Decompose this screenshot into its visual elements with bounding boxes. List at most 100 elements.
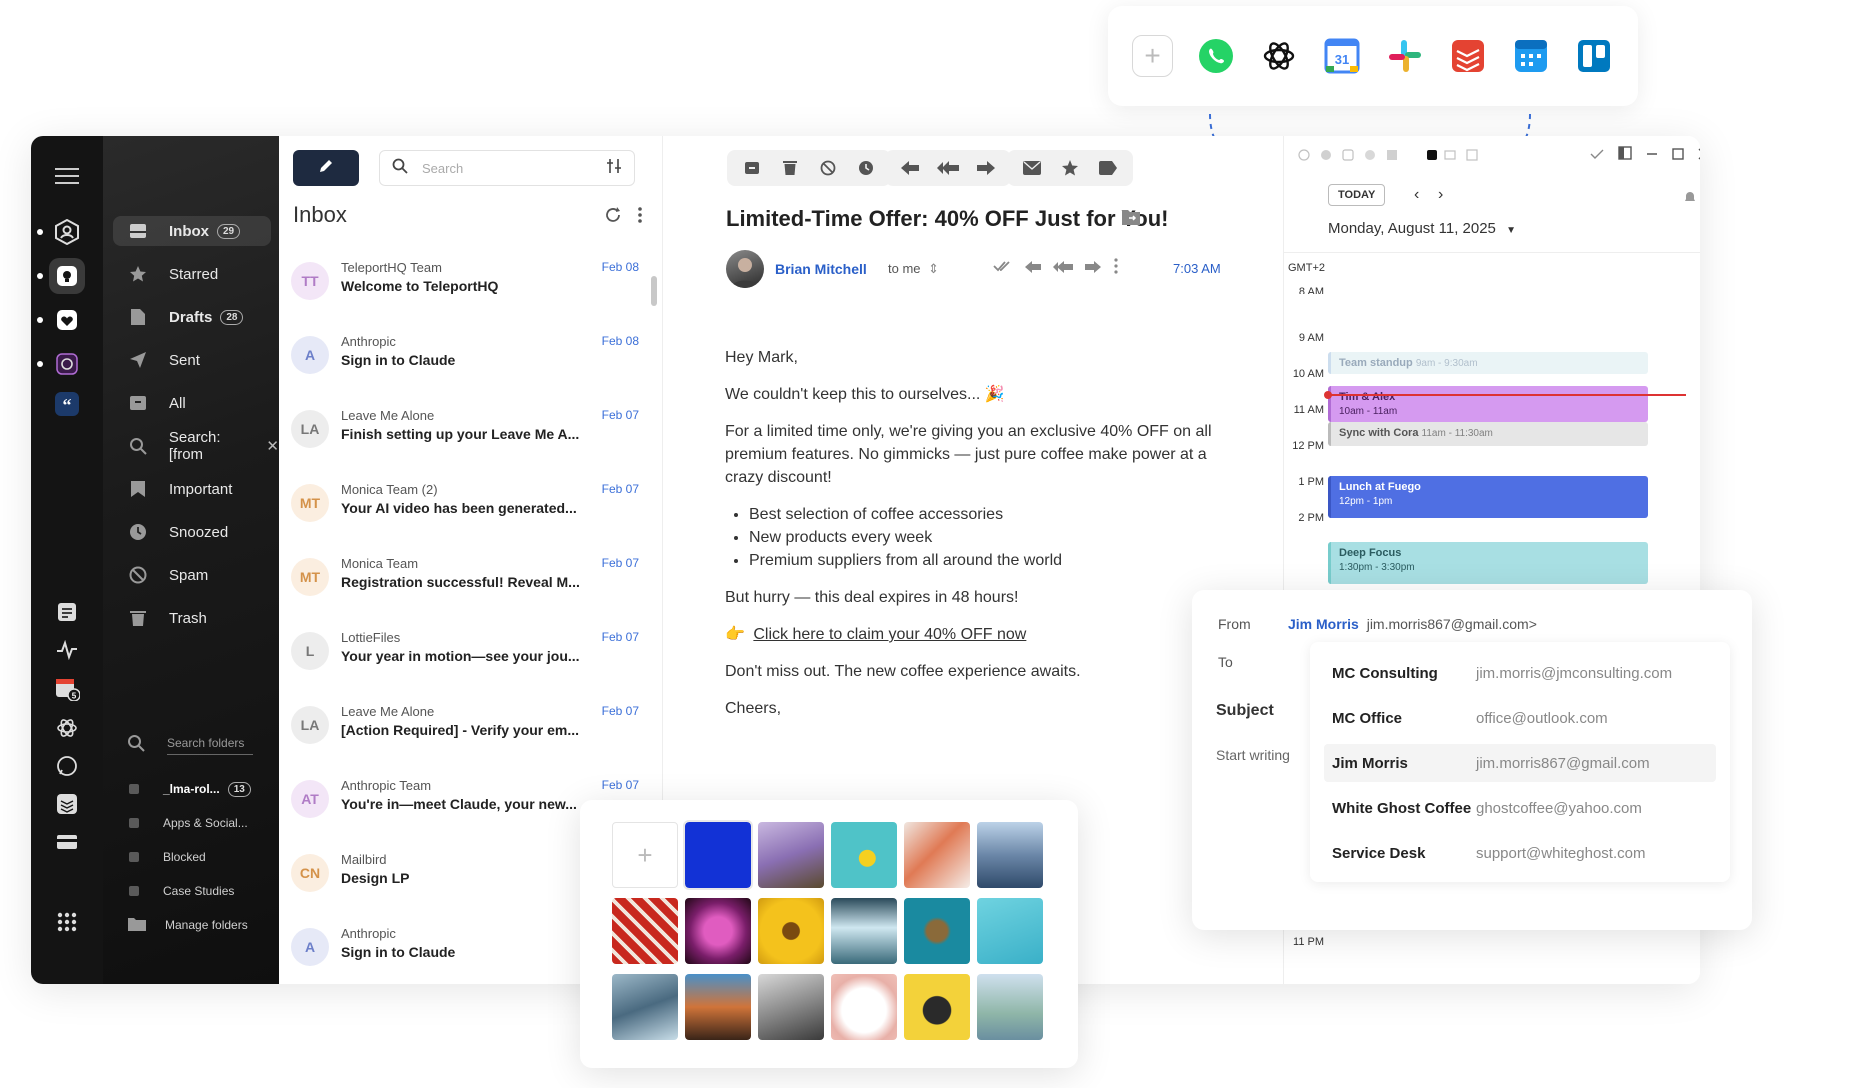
reply-all-icon[interactable] [933,155,963,181]
mark-unread-icon[interactable] [1017,155,1047,181]
forward-icon[interactable] [971,155,1001,181]
solid-blue-swatch[interactable] [683,820,753,890]
folder-search[interactable]: Search: [from ✕ [127,429,279,463]
body-placeholder[interactable]: Start writing [1216,747,1290,763]
calendar-app-icon[interactable] [1510,35,1551,77]
contact-suggestion[interactable]: White Ghost Coffee ghostcoffee@yahoo.com [1324,789,1716,827]
move-to-folder-icon[interactable] [1121,208,1141,231]
crocus-flowers-image[interactable] [758,822,824,888]
folder-sent[interactable]: Sent [127,345,200,375]
subfolder-item[interactable]: Apps & Social... [129,812,248,834]
more-options-icon[interactable] [1113,258,1119,279]
openai-icon[interactable] [1258,35,1299,77]
vintage-camera-image[interactable] [758,974,824,1040]
calendar-event[interactable]: Lunch at Fuego 12pm - 1pm [1328,476,1648,518]
google-calendar-icon[interactable]: 31 [1321,35,1362,77]
calendar-event[interactable]: Team standup 9am - 9:30am [1328,352,1648,374]
message-row[interactable]: L LottieFiles Your year in motion—see your… [291,628,639,698]
subfolder-item[interactable]: Blocked [129,846,206,868]
folder-all[interactable]: All [127,388,186,418]
whatsapp-icon[interactable] [1298,148,1310,166]
message-row[interactable]: TT TeleportHQ Team Welcome to TeleportHQ Fe… [291,258,639,328]
slack-icon[interactable] [1364,148,1376,166]
menu-icon[interactable] [49,158,85,194]
card-icon[interactable] [1444,148,1456,166]
slack-icon[interactable] [1384,35,1425,77]
add-integration-button[interactable]: + [1132,35,1174,77]
calendar-icon[interactable]: 5 [49,670,85,706]
subject-label[interactable]: Subject [1216,702,1274,720]
folder-drafts[interactable]: Drafts 28 [127,302,244,332]
compose-button[interactable] [293,150,359,186]
calendar-event[interactable]: Sync with Cora 11am - 11:30am [1328,422,1648,446]
desert-mountain-image[interactable] [685,974,751,1040]
star-icon[interactable] [1055,155,1085,181]
quote-icon[interactable]: “ [49,386,85,422]
sea-turtle-image[interactable] [904,898,970,964]
frozen-branches-image[interactable] [612,974,678,1040]
sunflower-image[interactable] [758,898,824,964]
lightbulb-icon[interactable] [49,258,85,294]
reply-all-icon[interactable] [1053,260,1073,278]
waterfall-image[interactable] [831,898,897,964]
activity-icon[interactable] [49,632,85,668]
label-icon[interactable] [1093,155,1123,181]
folder-spam[interactable]: Spam [127,560,208,590]
double-check-icon[interactable] [993,259,1013,278]
mountain-lake-image[interactable] [977,822,1043,888]
check-icon[interactable] [1590,147,1604,165]
folder-search-field[interactable]: Search folders [127,734,253,757]
prev-day-button[interactable]: ‹ [1414,186,1419,204]
folder-inbox[interactable]: Inbox 29 [113,216,271,246]
calendar-event[interactable]: Deep Focus 1:30pm - 3:30pm [1328,542,1648,584]
todoist-icon[interactable] [49,786,85,822]
apps-grid-icon[interactable] [49,904,85,940]
folder-snoozed[interactable]: Snoozed [127,517,228,547]
filter-icon[interactable] [606,158,622,179]
manage-folders-button[interactable]: Manage folders [127,914,248,936]
maximize-icon[interactable] [1672,147,1684,165]
cat-yellow-image[interactable] [904,974,970,1040]
forward-icon[interactable] [1085,260,1101,278]
message-row[interactable]: MT Monica Team Registration successful! Re… [291,554,639,624]
date-selector[interactable]: Monday, August 11, 2025 ▼ [1328,220,1516,237]
snooze-icon[interactable] [851,155,881,181]
message-row[interactable]: MT Monica Team (2) Your AI video has been … [291,480,639,550]
calendar-active-tab-icon[interactable] [1426,148,1438,166]
whatsapp-icon[interactable] [1195,35,1236,77]
message-icon[interactable] [49,346,85,382]
calendar-event[interactable]: Tim & Alex 10am - 11am [1328,386,1648,422]
today-button[interactable]: TODAY [1328,184,1386,206]
block-icon[interactable] [813,155,843,181]
candy-canes-image[interactable] [612,898,678,964]
contact-suggestion[interactable]: MC Consulting jim.morris@jmconsulting.com [1324,654,1716,692]
red-berries-image[interactable] [904,822,970,888]
close-icon[interactable]: ✕ [266,437,279,455]
sidebar-toggle-icon[interactable] [1618,146,1632,165]
openai-icon[interactable] [1320,148,1332,166]
folder-trash[interactable]: Trash [127,603,207,633]
next-day-button[interactable]: › [1438,186,1443,204]
search-input[interactable]: Search [379,150,635,186]
notes-icon[interactable] [49,594,85,630]
reply-icon[interactable] [1025,260,1041,278]
statue-of-liberty-image[interactable] [977,974,1043,1040]
trash-icon[interactable] [775,155,805,181]
orchid-image[interactable] [685,898,751,964]
refresh-icon[interactable] [604,206,622,229]
bell-icon[interactable] [1684,190,1696,208]
more-options-icon[interactable] [637,206,643,229]
close-icon[interactable] [1698,147,1700,165]
folder-starred[interactable]: Starred [127,259,218,289]
contact-suggestion[interactable]: Jim Morris jim.morris867@gmail.com [1324,744,1716,782]
heart-icon[interactable] [49,302,85,338]
subfolder-item[interactable]: Case Studies [129,880,234,902]
message-row[interactable]: A Anthropic Sign in to Claude Feb 08 [291,332,639,402]
add-image-button[interactable]: + [612,822,678,888]
reply-icon[interactable] [895,155,925,181]
card-icon[interactable] [49,824,85,860]
contact-suggestion[interactable]: Service Desk support@whiteghost.com [1324,834,1716,872]
folder-important[interactable]: Important [127,474,232,504]
subfolder-item[interactable]: _lma-rol... 13 [129,778,251,800]
trello-icon[interactable] [1466,148,1478,166]
